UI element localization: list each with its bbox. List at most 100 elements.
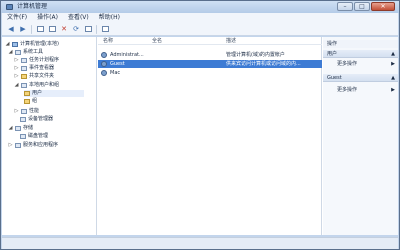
menu-file[interactable]: 文件(F): [2, 13, 32, 23]
folder-icon: [24, 99, 30, 104]
title-bar[interactable]: 计算机管理 – □ ✕: [1, 1, 399, 13]
row-description: 供来宾访问计算机或访问域的内...: [226, 61, 301, 67]
tree-disk-management[interactable]: 磁盘管理: [20, 133, 48, 140]
export-icon[interactable]: [83, 25, 93, 34]
tree-groups-label: 组: [32, 98, 38, 104]
tree-storage[interactable]: ◢ 存储: [8, 125, 33, 132]
row-name: Guest: [110, 61, 125, 67]
actions-group-guest[interactable]: Guest ▲: [323, 74, 398, 82]
toolbar-separator: [31, 24, 32, 34]
expand-icon[interactable]: ▷: [14, 65, 19, 72]
actions-group-guest-label: Guest: [327, 75, 342, 81]
column-name[interactable]: 名称: [103, 37, 113, 45]
users-icon: [21, 83, 27, 88]
tree-shared-folders[interactable]: ▷ 共享文件夹: [14, 73, 54, 80]
more-actions-guest[interactable]: 更多操作 ▶: [323, 86, 398, 94]
list-row-guest[interactable]: Guest 供来宾访问计算机或访问域的内...: [98, 60, 322, 68]
column-description[interactable]: 描述: [226, 37, 236, 45]
disk-icon: [20, 134, 26, 139]
tree-event-viewer[interactable]: ▷ 事件查看器: [14, 65, 54, 72]
tree-services-apps-label: 服务和应用程序: [23, 142, 59, 148]
expand-icon[interactable]: ▷: [14, 108, 19, 115]
help-icon[interactable]: [100, 25, 110, 34]
tree-local-users-groups[interactable]: ◢ 本地用户和组: [14, 82, 59, 89]
expand-icon[interactable]: ▷: [14, 57, 19, 64]
tree-task-scheduler-label: 任务计划程序: [29, 57, 60, 63]
refresh-icon[interactable]: ⟳: [71, 25, 81, 34]
more-actions-users-label: 更多操作: [337, 61, 358, 67]
submenu-arrow-icon: ▶: [391, 87, 395, 93]
folder-icon: [24, 91, 30, 96]
menu-view[interactable]: 查看(V): [63, 13, 94, 23]
tree-shared-folders-label: 共享文件夹: [29, 73, 55, 79]
tree-root[interactable]: ◢ 计算机管理(本地): [5, 41, 59, 48]
menu-action[interactable]: 操作(A): [32, 13, 63, 23]
submenu-arrow-icon: ▶: [391, 61, 395, 67]
tree-system-tools-label: 系统工具: [23, 49, 44, 55]
collapse-icon[interactable]: ◢: [14, 82, 19, 89]
main-content: ◢ 计算机管理(本地) ◢ 系统工具 ▷ 任务计划程序 ▷ 事件查看器 ▷ 共享…: [2, 37, 398, 235]
computer-management-icon: [6, 4, 13, 10]
expand-icon[interactable]: ▷: [14, 73, 19, 80]
collapse-icon[interactable]: ◢: [8, 125, 13, 132]
toolbar-separator: [96, 24, 97, 34]
user-icon: [101, 61, 107, 67]
storage-icon: [15, 126, 21, 131]
window-title: 计算机管理: [17, 3, 48, 10]
actions-group-users[interactable]: 用户 ▲: [323, 50, 398, 58]
tree-device-manager-label: 设备管理器: [28, 116, 54, 122]
tree-users[interactable]: 用户: [24, 90, 84, 97]
row-description: 管理计算机(域)的内置帐户: [226, 52, 285, 58]
tree-users-label: 用户: [32, 90, 43, 96]
tree-system-tools[interactable]: ◢ 系统工具: [8, 49, 43, 56]
collapse-icon[interactable]: ◢: [8, 49, 13, 56]
services-icon: [15, 143, 21, 148]
status-bar: [2, 237, 398, 249]
toolbar: ◀ ▶ ✕ ⟳: [2, 23, 398, 36]
maximize-button[interactable]: □: [354, 2, 370, 11]
column-fullname[interactable]: 全名: [152, 37, 162, 45]
list-icon[interactable]: [47, 25, 57, 34]
close-button[interactable]: ✕: [371, 2, 395, 11]
tree-performance[interactable]: ▷ 性能: [14, 108, 39, 115]
tree-disk-management-label: 磁盘管理: [28, 133, 49, 139]
tree-root-label: 计算机管理(本地): [20, 41, 59, 47]
collapse-icon[interactable]: ◢: [5, 41, 10, 48]
menu-help[interactable]: 帮助(H): [94, 13, 125, 23]
menu-bar: 文件(F) 操作(A) 查看(V) 帮助(H): [2, 13, 398, 23]
list-row-mac[interactable]: Mac: [98, 69, 322, 77]
user-list: 名称 全名 描述 Administrat... 管理计算机(域)的内置帐户 Gu…: [98, 37, 322, 235]
expand-icon[interactable]: ▷: [8, 142, 13, 149]
forward-icon[interactable]: ▶: [18, 25, 28, 34]
actions-pane: 操作 用户 ▲ 更多操作 ▶ Guest ▲ 更多操作 ▶: [323, 37, 398, 235]
navigation-tree: ◢ 计算机管理(本地) ◢ 系统工具 ▷ 任务计划程序 ▷ 事件查看器 ▷ 共享…: [2, 37, 97, 235]
window-controls: – □ ✕: [337, 2, 395, 11]
performance-icon: [21, 109, 27, 114]
folder-icon: [21, 74, 27, 79]
back-icon[interactable]: ◀: [6, 25, 16, 34]
computer-icon: [12, 42, 18, 47]
actions-group-users-label: 用户: [327, 51, 338, 57]
tree-event-viewer-label: 事件查看器: [29, 65, 55, 71]
tree-services-apps[interactable]: ▷ 服务和应用程序: [8, 142, 58, 149]
minimize-button[interactable]: –: [337, 2, 353, 11]
tree-device-manager[interactable]: 设备管理器: [20, 116, 53, 123]
actions-title: 操作: [323, 40, 398, 48]
row-name: Mac: [110, 70, 121, 76]
more-actions-users[interactable]: 更多操作 ▶: [323, 60, 398, 68]
tree-performance-label: 性能: [29, 108, 40, 114]
event-icon: [21, 66, 27, 71]
device-manager-icon: [20, 117, 26, 122]
list-row-administrator[interactable]: Administrat... 管理计算机(域)的内置帐户: [98, 51, 322, 59]
collapse-up-icon[interactable]: ▲: [391, 74, 395, 82]
collapse-up-icon[interactable]: ▲: [391, 50, 395, 58]
user-icon: [101, 70, 107, 76]
tree-groups[interactable]: 组: [24, 98, 37, 105]
properties-icon[interactable]: [35, 25, 45, 34]
delete-icon[interactable]: ✕: [59, 25, 69, 34]
list-header: 名称 全名 描述: [98, 37, 322, 45]
tree-local-users-groups-label: 本地用户和组: [29, 82, 60, 88]
more-actions-guest-label: 更多操作: [337, 87, 358, 93]
row-name: Administrat...: [110, 52, 144, 58]
tree-task-scheduler[interactable]: ▷ 任务计划程序: [14, 57, 59, 64]
